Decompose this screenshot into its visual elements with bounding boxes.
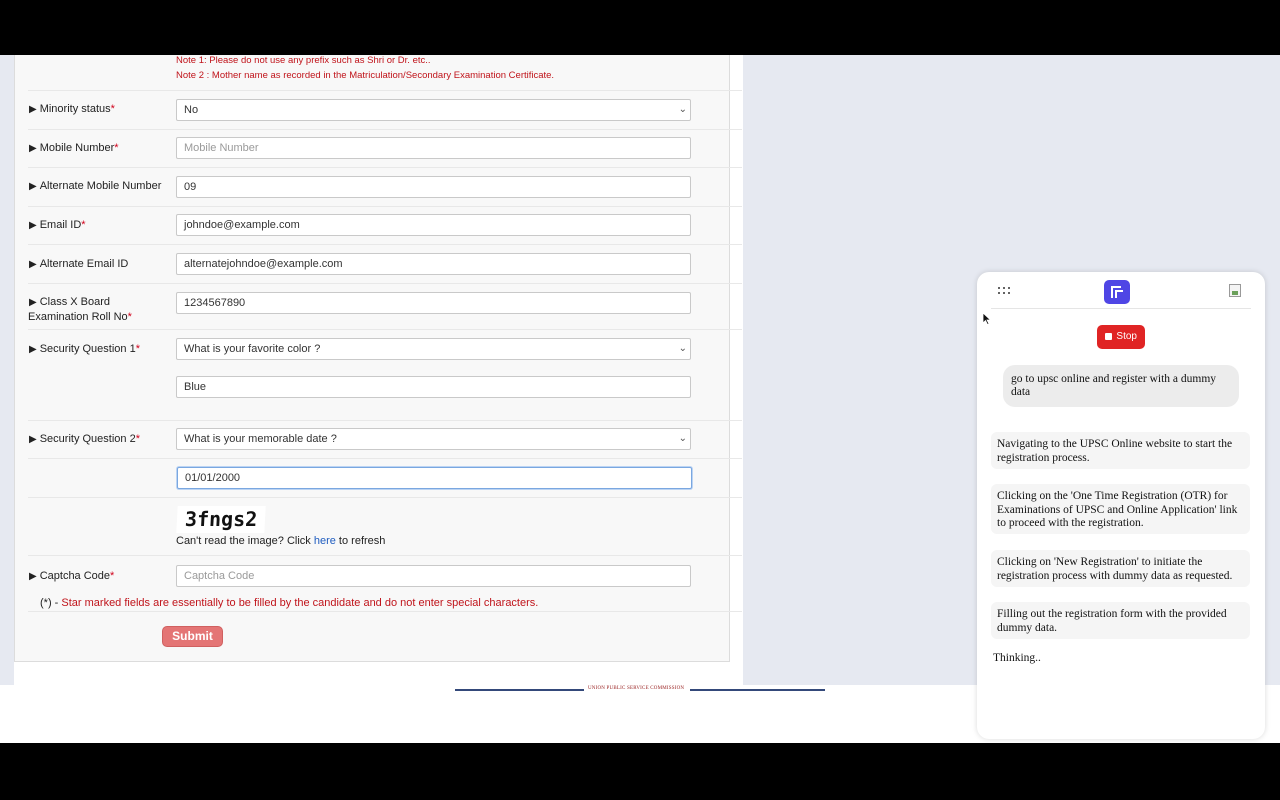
mobile-number-input[interactable]: Mobile Number xyxy=(176,137,691,159)
row-divider xyxy=(28,420,742,421)
security-question-1-select[interactable]: What is your favorite color ? ⌄ xyxy=(176,338,691,360)
alternate-mobile-label: ▶ Alternate Mobile Number xyxy=(29,180,162,192)
row-divider xyxy=(28,244,742,245)
row-divider xyxy=(28,167,742,168)
app-logo-icon xyxy=(1104,280,1130,304)
triangle-right-icon: ▶ xyxy=(29,181,37,192)
email-input[interactable]: johndoe@example.com xyxy=(176,214,691,236)
stop-button[interactable]: Stop xyxy=(1097,325,1145,349)
header-divider xyxy=(991,308,1251,309)
security-question-2-label: ▶ Security Question 2* xyxy=(29,433,140,445)
triangle-right-icon: ▶ xyxy=(29,434,37,445)
captcha-code-label: ▶ Captcha Code* xyxy=(29,570,115,582)
grid-dots-icon[interactable] xyxy=(997,284,1013,296)
row-divider xyxy=(28,283,742,284)
row-divider xyxy=(28,497,742,498)
minority-status-select[interactable]: No ⌄ xyxy=(176,99,691,121)
row-divider xyxy=(28,458,742,459)
alternate-mobile-input[interactable]: 09 xyxy=(176,176,691,198)
thinking-status: Thinking.. xyxy=(993,652,1041,664)
security-question-2-select[interactable]: What is your memorable date ? ⌄ xyxy=(176,428,691,450)
assistant-panel: Stop go to upsc online and register with… xyxy=(977,272,1265,739)
triangle-right-icon: ▶ xyxy=(29,220,37,231)
stop-square-icon xyxy=(1105,333,1112,340)
security-answer-1-input[interactable]: Blue xyxy=(176,376,691,398)
mobile-number-label: ▶ Mobile Number* xyxy=(29,142,119,154)
triangle-right-icon: ▶ xyxy=(29,259,37,270)
alternate-email-input[interactable]: alternatejohndoe@example.com xyxy=(176,253,691,275)
triangle-right-icon: ▶ xyxy=(29,104,37,115)
chevron-down-icon: ⌄ xyxy=(678,343,687,354)
triangle-right-icon: ▶ xyxy=(29,571,37,582)
security-question-1-label: ▶ Security Question 1* xyxy=(29,343,140,355)
roll-no-input[interactable]: 1234567890 xyxy=(176,292,691,314)
required-fields-note: (*) - Star marked fields are essentially… xyxy=(40,597,539,609)
note-1: Note 1: Please do not use any prefix suc… xyxy=(176,55,431,66)
footer-line-left xyxy=(455,689,584,691)
user-message: go to upsc online and register with a du… xyxy=(1003,365,1239,407)
submit-button[interactable]: Submit xyxy=(162,626,223,647)
assistant-step: Clicking on the 'One Time Registration (… xyxy=(991,484,1250,534)
triangle-right-icon: ▶ xyxy=(29,344,37,355)
footer-commission-text: UNION PUBLIC SERVICE COMMISSION xyxy=(588,686,685,691)
captcha-refresh-text: Can't read the image? Click here to refr… xyxy=(176,535,386,547)
assistant-step: Filling out the registration form with t… xyxy=(991,602,1250,639)
broken-image-icon[interactable] xyxy=(1229,284,1241,297)
security-answer-2-input[interactable]: 01/01/2000 xyxy=(177,467,692,489)
note-2: Note 2 : Mother name as recorded in the … xyxy=(176,70,555,81)
assistant-step: Clicking on 'New Registration' to initia… xyxy=(991,550,1250,587)
footer-line-right xyxy=(690,689,825,691)
captcha-refresh-link[interactable]: here xyxy=(314,535,336,547)
row-divider xyxy=(28,611,742,612)
captcha-image: 3fngs2 xyxy=(176,506,266,533)
row-divider xyxy=(28,206,742,207)
alternate-email-label: ▶ Alternate Email ID xyxy=(29,258,129,270)
roll-no-label: ▶ Class X Board xyxy=(29,296,111,308)
triangle-right-icon: ▶ xyxy=(29,143,37,154)
minority-status-label: ▶ Minority status* xyxy=(29,103,115,115)
email-label: ▶ Email ID* xyxy=(29,219,86,231)
captcha-code-input[interactable]: Captcha Code xyxy=(176,565,691,587)
triangle-right-icon: ▶ xyxy=(29,297,37,308)
chevron-down-icon: ⌄ xyxy=(678,104,687,115)
mouse-cursor-icon xyxy=(982,312,992,326)
row-divider xyxy=(28,90,742,91)
row-divider xyxy=(28,129,742,130)
assistant-step: Navigating to the UPSC Online website to… xyxy=(991,432,1250,469)
top-black-bar xyxy=(0,0,1280,55)
chevron-down-icon: ⌄ xyxy=(678,433,687,444)
bottom-black-bar xyxy=(0,743,1280,800)
roll-no-label-line2: Examination Roll No* xyxy=(28,311,132,323)
row-divider xyxy=(28,329,742,330)
row-divider xyxy=(28,555,742,556)
